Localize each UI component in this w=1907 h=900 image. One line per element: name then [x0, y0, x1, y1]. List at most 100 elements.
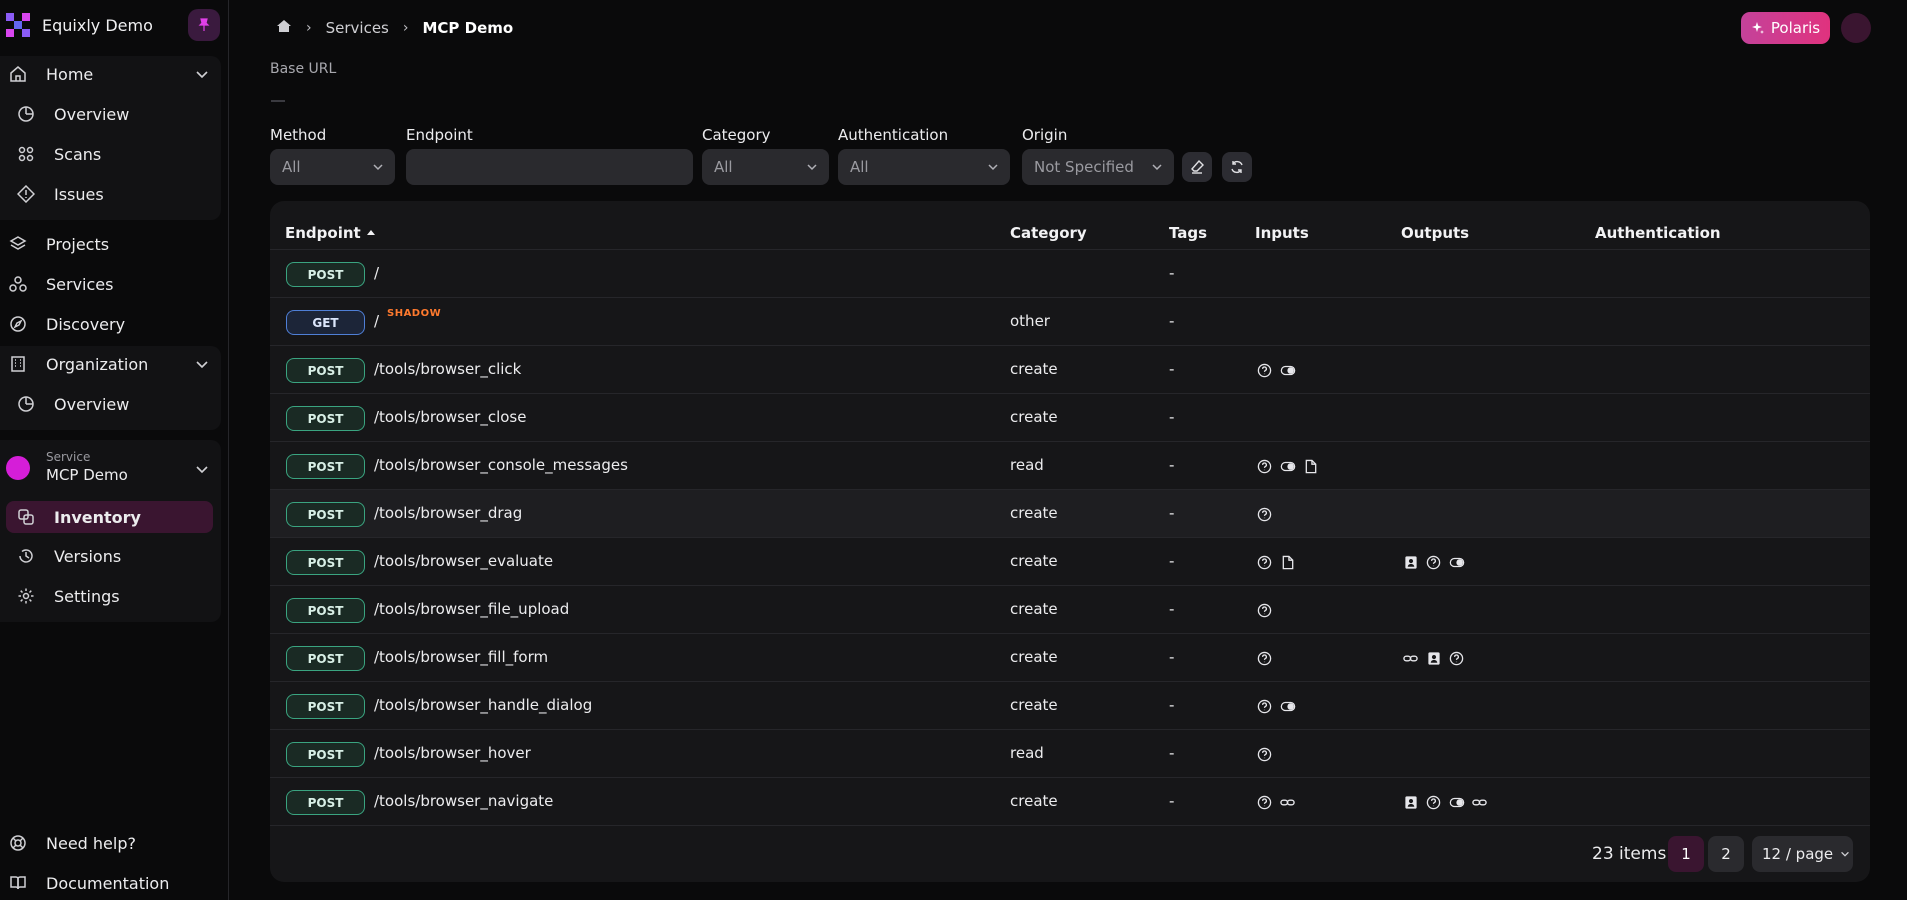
clock-pie-icon	[16, 394, 36, 414]
sidebar-item-settings[interactable]: Settings	[0, 578, 221, 614]
chevron-down-icon	[373, 164, 383, 171]
question-icon[interactable]	[1256, 650, 1273, 667]
chevron-down-icon[interactable]	[193, 65, 211, 83]
eraser-icon	[1191, 159, 1204, 174]
table-row[interactable]: POST/tools/browser_close create -	[270, 394, 1870, 442]
table-row[interactable]: POST/tools/browser_fill_form create -	[270, 634, 1870, 682]
polaris-button[interactable]: Polaris	[1741, 12, 1830, 44]
base-url-placeholder[interactable]	[271, 100, 285, 102]
link-icon[interactable]	[1279, 794, 1296, 811]
question-icon[interactable]	[1256, 554, 1273, 571]
toggle-icon[interactable]	[1448, 794, 1465, 811]
endpoint-path[interactable]: /tools/browser_navigate	[374, 792, 553, 810]
question-icon[interactable]	[1256, 746, 1273, 763]
page-size-select[interactable]: 12 / page	[1752, 836, 1853, 872]
service-caption: Service	[46, 450, 91, 464]
page-button-1[interactable]: 1	[1668, 836, 1704, 872]
sidebar-item-help[interactable]: Need help?	[0, 825, 221, 861]
chevron-down-icon[interactable]	[193, 355, 211, 373]
toggle-icon[interactable]	[1448, 554, 1465, 571]
contact-icon[interactable]	[1402, 554, 1419, 571]
contact-icon[interactable]	[1425, 650, 1442, 667]
endpoint-path[interactable]: /	[374, 264, 379, 282]
sidebar-item-discovery[interactable]: Discovery	[0, 306, 221, 342]
toggle-icon[interactable]	[1279, 362, 1296, 379]
sidebar-item-inventory[interactable]: Inventory	[6, 501, 213, 533]
chevron-down-icon[interactable]	[193, 460, 211, 478]
category-select[interactable]: All	[702, 149, 829, 185]
outputs-cell	[1402, 554, 1465, 571]
question-icon[interactable]	[1256, 458, 1273, 475]
method-badge: POST	[286, 262, 365, 287]
avatar[interactable]	[1841, 13, 1871, 43]
sidebar-item-label: Home	[46, 64, 94, 84]
table-row[interactable]: POST/tools/browser_evaluate create -	[270, 538, 1870, 586]
sidebar-item-issues[interactable]: Issues	[0, 176, 221, 212]
question-icon[interactable]	[1448, 650, 1465, 667]
endpoint-path[interactable]: /tools/browser_drag	[374, 504, 522, 522]
sidebar-item-organization[interactable]: Organization	[0, 346, 221, 382]
question-icon[interactable]	[1256, 698, 1273, 715]
endpoint-path[interactable]: /tools/browser_file_upload	[374, 600, 569, 618]
file-icon[interactable]	[1279, 554, 1296, 571]
contact-icon[interactable]	[1402, 794, 1419, 811]
inputs-cell	[1256, 554, 1296, 571]
sidebar-item-projects[interactable]: Projects	[0, 226, 221, 262]
column-header-endpoint[interactable]: Endpoint	[285, 224, 377, 242]
table-row[interactable]: POST / -	[270, 250, 1870, 298]
home-icon[interactable]	[276, 18, 292, 38]
category-cell: create	[1010, 648, 1058, 666]
sidebar-item-home[interactable]: Home	[0, 56, 221, 92]
table-row[interactable]: POST/tools/browser_hover read -	[270, 730, 1870, 778]
sidebar-item-label: Versions	[54, 546, 122, 566]
endpoint-path[interactable]: /tools/browser_hover	[374, 744, 531, 762]
sidebar-item-versions[interactable]: Versions	[0, 538, 221, 574]
question-icon[interactable]	[1256, 506, 1273, 523]
question-icon[interactable]	[1256, 602, 1273, 619]
pin-button[interactable]	[188, 9, 220, 41]
tags-cell: -	[1169, 552, 1175, 570]
endpoint-input[interactable]	[406, 149, 693, 185]
clear-filters-button[interactable]	[1182, 152, 1212, 182]
toggle-icon[interactable]	[1279, 698, 1296, 715]
endpoint-path[interactable]: /tools/browser_handle_dialog	[374, 696, 592, 714]
question-icon[interactable]	[1256, 794, 1273, 811]
page-size-value: 12 / page	[1762, 845, 1834, 863]
method-badge: POST	[286, 646, 365, 671]
table-row[interactable]: POST/tools/browser_navigate create -	[270, 778, 1870, 826]
table-row[interactable]: POST/tools/browser_drag create -	[270, 490, 1870, 538]
refresh-button[interactable]	[1222, 152, 1252, 182]
endpoint-path[interactable]: /tools/browser_close	[374, 408, 526, 426]
sidebar-item-overview[interactable]: Overview	[0, 96, 221, 132]
sidebar-item-documentation[interactable]: Documentation	[0, 865, 221, 900]
endpoint-path[interactable]: /tools/browser_evaluate	[374, 552, 553, 570]
sidebar-item-services[interactable]: Services	[0, 266, 221, 302]
endpoint-path[interactable]: /tools/browser_console_messages	[374, 456, 628, 474]
authentication-select[interactable]: All	[838, 149, 1010, 185]
sidebar-item-org-overview[interactable]: Overview	[0, 386, 221, 422]
endpoint-filter-label: Endpoint	[406, 126, 473, 144]
table-row[interactable]: POST/tools/browser_click create -	[270, 346, 1870, 394]
endpoint-path[interactable]: /tools/browser_click	[374, 360, 521, 378]
question-icon[interactable]	[1425, 794, 1442, 811]
sidebar-item-scans[interactable]: Scans	[0, 136, 221, 172]
breadcrumb-services[interactable]: Services	[326, 19, 389, 37]
method-select[interactable]: All	[270, 149, 395, 185]
link-icon[interactable]	[1471, 794, 1488, 811]
endpoint-path[interactable]: /	[374, 312, 379, 330]
table-row[interactable]: POST/tools/browser_file_upload create -	[270, 586, 1870, 634]
endpoint-path[interactable]: /tools/browser_fill_form	[374, 648, 548, 666]
origin-select[interactable]: Not Specified	[1022, 149, 1174, 185]
table-row[interactable]: GET / SHADOW other -	[270, 298, 1870, 346]
question-icon[interactable]	[1256, 362, 1273, 379]
table-row[interactable]: POST/tools/browser_handle_dialog create -	[270, 682, 1870, 730]
page-button-2[interactable]: 2	[1708, 836, 1744, 872]
file-icon[interactable]	[1302, 458, 1319, 475]
table-row[interactable]: POST/tools/browser_console_messages read -	[270, 442, 1870, 490]
question-icon[interactable]	[1425, 554, 1442, 571]
brand[interactable]: Equixly Demo	[6, 9, 222, 41]
chevron-down-icon	[988, 164, 998, 171]
link-icon[interactable]	[1402, 650, 1419, 667]
toggle-icon[interactable]	[1279, 458, 1296, 475]
home-group: Home Overview Scans Issues	[0, 56, 221, 220]
